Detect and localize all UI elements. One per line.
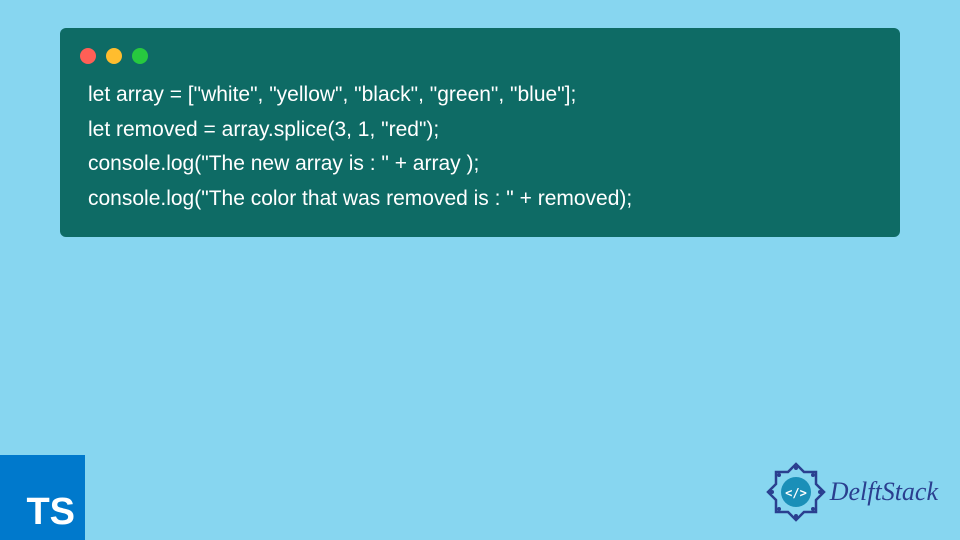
typescript-badge: TS [0, 455, 85, 540]
svg-text:</>: </> [785, 486, 807, 500]
maximize-icon [132, 48, 148, 64]
code-content: let array = ["white", "yellow", "black",… [60, 78, 900, 217]
delftstack-logo: </> DelftStack [766, 462, 938, 522]
close-icon [80, 48, 96, 64]
code-line-2: let removed = array.splice(3, 1, "red"); [88, 113, 872, 148]
code-line-4: console.log("The color that was removed … [88, 182, 872, 217]
window-controls [60, 40, 900, 78]
code-line-1: let array = ["white", "yellow", "black",… [88, 78, 872, 113]
code-line-3: console.log("The new array is : " + arra… [88, 147, 872, 182]
delftstack-icon: </> [766, 462, 826, 522]
ts-badge-text: TS [26, 491, 75, 534]
code-window: let array = ["white", "yellow", "black",… [60, 28, 900, 237]
minimize-icon [106, 48, 122, 64]
brand-name: DelftStack [830, 477, 938, 507]
